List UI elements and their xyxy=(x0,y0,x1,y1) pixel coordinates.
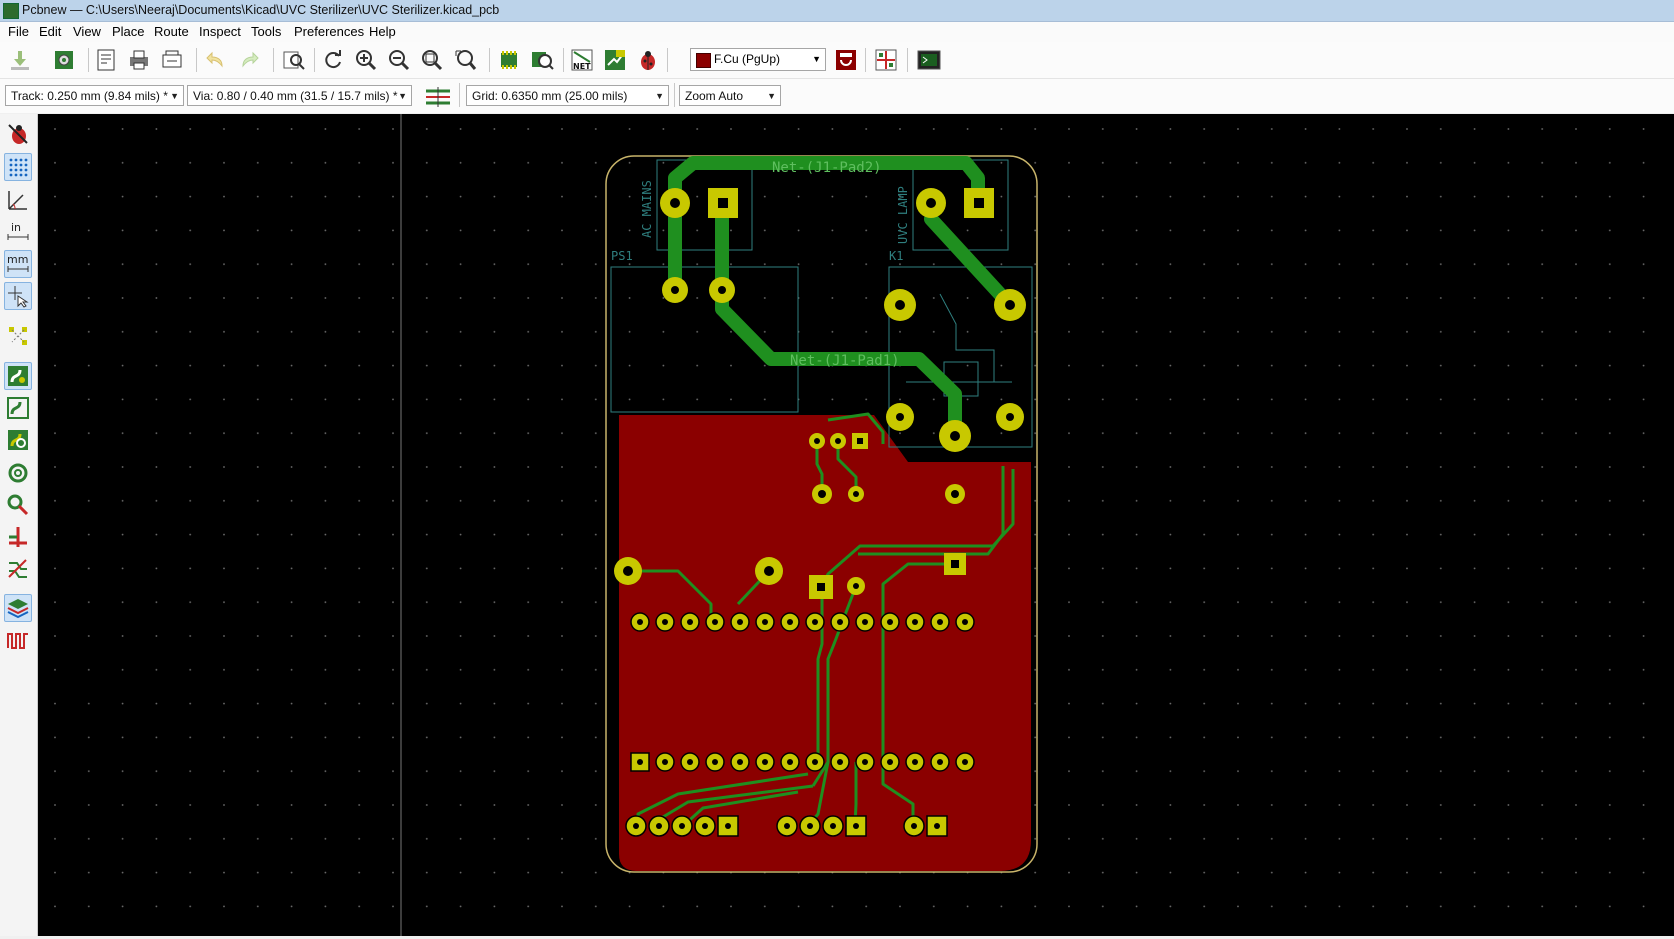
net-label-j1-pad2: Net-(J1-Pad2) xyxy=(772,160,882,176)
microwave-tools-icon[interactable] xyxy=(872,46,900,74)
toolbar-separator xyxy=(865,48,866,72)
chevron-down-icon: ▼ xyxy=(398,91,407,101)
menu-preferences[interactable]: Preferences xyxy=(294,24,364,39)
menu-inspect[interactable]: Inspect xyxy=(199,24,241,39)
layer-color-swatch xyxy=(696,53,711,68)
main-toolbar: NET F.Cu (PgUp) ▼ xyxy=(0,42,1674,79)
toolbar-separator xyxy=(314,48,315,72)
copper-fill-zone xyxy=(619,415,1031,871)
track-width-value: Track: 0.250 mm (9.84 mils) * xyxy=(11,89,168,103)
chevron-down-icon: ▼ xyxy=(767,91,776,101)
track-width-auto-icon[interactable] xyxy=(424,85,452,109)
chevron-down-icon: ▼ xyxy=(170,91,179,101)
menu-view[interactable]: View xyxy=(73,24,101,39)
toolbar-separator xyxy=(459,83,460,107)
menu-bar: File Edit View Place Route Inspect Tools… xyxy=(0,22,1674,42)
cursor-shape-icon[interactable] xyxy=(4,282,32,310)
drc-off-icon[interactable] xyxy=(4,120,32,148)
redo-icon[interactable] xyxy=(235,46,263,74)
title-bar: Pcbnew — C:\Users\Neeraj\Documents\Kicad… xyxy=(0,0,1674,22)
zone-display-icon[interactable] xyxy=(4,426,32,454)
ratsnest-icon[interactable] xyxy=(4,322,32,350)
grid-select[interactable]: Grid: 0.6350 mm (25.00 mils) ▼ xyxy=(466,85,669,106)
zoom-fit-icon[interactable] xyxy=(418,46,446,74)
toolbar-separator xyxy=(563,48,564,72)
net-icon-label: NET xyxy=(573,62,591,71)
left-toolbar: in mm xyxy=(0,114,38,936)
footprint-editor-icon[interactable] xyxy=(495,46,523,74)
netlist-icon[interactable]: NET xyxy=(568,46,596,74)
zoom-out-icon[interactable] xyxy=(385,46,413,74)
options-toolbar: Track: 0.250 mm (9.84 mils) * ▼ Via: 0.8… xyxy=(0,79,1674,113)
layer-selector[interactable]: F.Cu (PgUp) ▼ xyxy=(690,48,826,71)
via-size-value: Via: 0.80 / 0.40 mm (31.5 / 15.7 mils) * xyxy=(193,89,398,103)
polar-coords-icon[interactable] xyxy=(4,186,32,214)
layer-selector-label: F.Cu (PgUp) xyxy=(714,52,781,66)
pad-sketch-icon[interactable] xyxy=(4,459,32,487)
board-setup-icon[interactable] xyxy=(50,46,78,74)
layer-pair-icon[interactable] xyxy=(832,46,860,74)
chevron-down-icon: ▼ xyxy=(812,54,821,64)
zoom-value: Zoom Auto xyxy=(685,89,744,103)
zoom-select[interactable]: Zoom Auto ▼ xyxy=(679,85,781,106)
track-sketch-icon[interactable] xyxy=(4,523,32,551)
undo-icon[interactable] xyxy=(202,46,230,74)
pcb-canvas[interactable]: PS1 K1 AC MAINS UVC LAMP Net-(J1-Pad2) N… xyxy=(38,114,1674,936)
menu-help[interactable]: Help xyxy=(369,24,396,39)
zone-outline-icon[interactable] xyxy=(4,394,32,422)
zoom-selection-icon[interactable] xyxy=(451,46,479,74)
toolbar-separator xyxy=(667,48,668,72)
menu-route[interactable]: Route xyxy=(154,24,189,39)
window-title: Pcbnew — C:\Users\Neeraj\Documents\Kicad… xyxy=(22,3,500,17)
menu-edit[interactable]: Edit xyxy=(39,24,61,39)
zoom-in-icon[interactable] xyxy=(352,46,380,74)
scripting-console-icon[interactable] xyxy=(915,46,943,74)
pcbnew-app-icon xyxy=(3,3,19,19)
menu-tools[interactable]: Tools xyxy=(251,24,281,39)
find-icon[interactable] xyxy=(280,46,308,74)
plot-icon[interactable] xyxy=(158,46,186,74)
units-mm-icon[interactable]: mm xyxy=(4,250,32,278)
ref-ps1: PS1 xyxy=(611,249,633,263)
units-mm-label: mm xyxy=(7,253,28,266)
value-ac-mains: AC MAINS xyxy=(640,180,654,238)
toolbar-separator xyxy=(273,48,274,72)
toolbar-separator xyxy=(196,48,197,72)
menu-file[interactable]: File xyxy=(8,24,29,39)
via-size-select[interactable]: Via: 0.80 / 0.40 mm (31.5 / 15.7 mils) *… xyxy=(187,85,412,106)
chevron-down-icon: ▼ xyxy=(655,91,664,101)
track-width-select[interactable]: Track: 0.250 mm (9.84 mils) * ▼ xyxy=(5,85,184,106)
microwave-toolbar-icon[interactable] xyxy=(4,626,32,654)
ref-k1: K1 xyxy=(889,249,903,263)
net-label-j1-pad1: Net-(J1-Pad1) xyxy=(790,353,900,369)
update-pcb-icon[interactable] xyxy=(601,46,629,74)
drc-ladybug-icon[interactable] xyxy=(634,46,662,74)
toolbar-separator xyxy=(674,83,675,107)
footprint-viewer-icon[interactable] xyxy=(528,46,556,74)
value-uvc-lamp: UVC LAMP xyxy=(896,186,910,244)
zone-fill-icon[interactable] xyxy=(4,362,32,390)
units-inch-icon[interactable]: in xyxy=(4,218,32,246)
grid-toggle-icon[interactable] xyxy=(4,153,32,181)
high-contrast-icon[interactable] xyxy=(4,555,32,583)
toolbar-separator xyxy=(88,48,89,72)
toolbar-separator xyxy=(907,48,908,72)
page-settings-icon[interactable] xyxy=(92,46,120,74)
refresh-icon[interactable] xyxy=(319,46,347,74)
units-in-label: in xyxy=(11,221,21,234)
toolbar-separator xyxy=(489,48,490,72)
grid-value: Grid: 0.6350 mm (25.00 mils) xyxy=(472,89,628,103)
save-board-icon[interactable] xyxy=(6,46,34,74)
print-icon[interactable] xyxy=(125,46,153,74)
layers-manager-icon[interactable] xyxy=(4,594,32,622)
menu-place[interactable]: Place xyxy=(112,24,145,39)
via-sketch-icon[interactable] xyxy=(4,491,32,519)
